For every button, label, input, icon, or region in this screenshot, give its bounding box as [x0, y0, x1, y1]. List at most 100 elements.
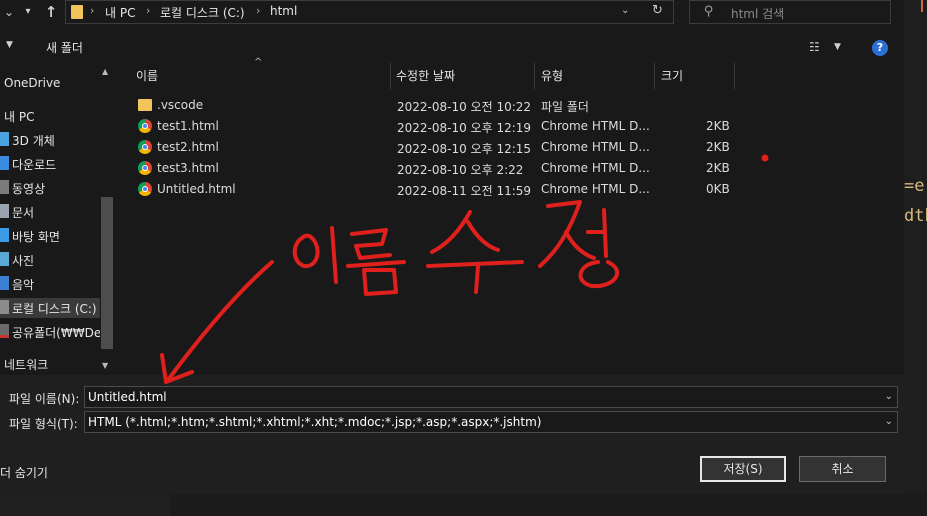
- file-row[interactable]: Untitled.html 2022-08-11 오전 11:59 Chrome…: [136, 179, 756, 200]
- file-size: 2KB: [706, 161, 730, 175]
- breadcrumb-html[interactable]: html: [270, 4, 297, 18]
- scroll-down-icon[interactable]: ▼: [102, 361, 108, 370]
- filetype-select[interactable]: HTML (*.html;*.htm;*.shtml;*.xhtml;*.xht…: [84, 411, 898, 433]
- sidebar-item-3d-objects[interactable]: 3D 개체: [0, 130, 100, 150]
- address-dropdown-chevron-icon[interactable]: ⌄: [621, 5, 629, 16]
- sidebar-item-music[interactable]: 음악: [0, 274, 100, 294]
- column-divider[interactable]: [734, 63, 735, 89]
- file-size: 2KB: [706, 140, 730, 154]
- file-modified: 2022-08-10 오전 10:22: [397, 100, 532, 114]
- file-size: 0KB: [706, 182, 730, 196]
- sidebar-item-label: 다운로드: [12, 158, 57, 172]
- save-button[interactable]: 저장(S): [700, 456, 786, 482]
- code-fragment: dth: [904, 206, 927, 226]
- code-fragment: =e(: [904, 176, 927, 196]
- sidebar-item-label: 음악: [12, 278, 35, 292]
- chevron-down-icon[interactable]: ⌄: [885, 416, 893, 427]
- breadcrumb-separator-icon: ›: [256, 4, 261, 17]
- sidebar-item-desktop[interactable]: 바탕 화면: [0, 226, 100, 246]
- help-button[interactable]: ?: [872, 40, 888, 56]
- breadcrumb-my-pc[interactable]: 내 PC: [105, 4, 135, 21]
- up-arrow-icon[interactable]: ↑: [43, 3, 59, 21]
- sidebar-item-documents[interactable]: 문서: [0, 202, 100, 222]
- search-placeholder: html 검색: [731, 7, 785, 21]
- save-as-dialog: ⌄ ▾ ↑ › 내 PC › 로컬 디스크 (C:) › html ⌄ ↻ ⚲ …: [0, 0, 904, 494]
- file-size: 2KB: [706, 119, 730, 133]
- chevron-down-icon[interactable]: ⌄: [885, 391, 893, 402]
- sidebar-item-onedrive[interactable]: OneDrive: [0, 74, 100, 94]
- file-name: .vscode: [157, 98, 204, 112]
- sidebar-item-downloads[interactable]: 다운로드: [0, 154, 100, 174]
- file-type: 파일 폴더: [541, 100, 589, 114]
- sidebar-item-label: 공유폴더(₩₩De: [12, 326, 100, 340]
- folder-icon: [138, 99, 152, 111]
- filename-label: 파일 이름(N):: [9, 392, 80, 406]
- chrome-icon: [138, 140, 152, 154]
- file-type: Chrome HTML D...: [541, 182, 650, 196]
- sort-ascending-icon: ^: [254, 57, 263, 68]
- column-header-modified[interactable]: 수정한 날짜: [396, 67, 455, 89]
- sidebar-item-label: OneDrive: [4, 76, 61, 90]
- column-header-name[interactable]: 이름: [136, 67, 158, 89]
- sidebar-item-pictures[interactable]: 사진: [0, 250, 100, 270]
- chrome-icon: [138, 182, 152, 196]
- search-box[interactable]: ⚲ html 검색: [689, 0, 891, 24]
- file-modified: 2022-08-10 오후 2:22: [397, 163, 524, 177]
- file-modified: 2022-08-10 오후 12:19: [397, 121, 532, 135]
- file-name: test1.html: [157, 119, 219, 133]
- sidebar-item-label: 내 PC: [4, 110, 35, 124]
- scrollbar-thumb[interactable]: [101, 197, 113, 349]
- sidebar-item-label: 바탕 화면: [12, 230, 60, 244]
- column-divider[interactable]: [534, 63, 535, 89]
- sidebar-item-videos[interactable]: 동영상: [0, 178, 100, 198]
- file-row[interactable]: .vscode 2022-08-10 오전 10:22 파일 폴더: [136, 95, 756, 116]
- file-row[interactable]: test2.html 2022-08-10 오후 12:15 Chrome HT…: [136, 137, 756, 158]
- sidebar-item-my-pc[interactable]: 내 PC: [0, 106, 100, 126]
- filetype-label: 파일 형식(T):: [9, 417, 78, 431]
- music-icon: [0, 276, 9, 290]
- video-icon: [0, 180, 9, 194]
- sidebar-item-label: 문서: [12, 206, 35, 220]
- file-modified: 2022-08-10 오후 12:15: [397, 142, 532, 156]
- editor-side-panel: [0, 494, 170, 516]
- drive-icon: [0, 300, 9, 314]
- sidebar-item-local-disk[interactable]: 로컬 디스크 (C:): [0, 298, 100, 318]
- new-folder-button[interactable]: 새 폴더: [46, 39, 83, 56]
- scroll-up-icon[interactable]: ▲: [102, 67, 108, 76]
- sidebar-scrollbar[interactable]: ▲ ▼: [100, 63, 114, 375]
- 3d-objects-icon: [0, 132, 9, 146]
- navigation-bar: ⌄ ▾ ↑ › 내 PC › 로컬 디스크 (C:) › html ⌄ ↻ ⚲ …: [0, 0, 904, 30]
- filename-input[interactable]: Untitled.html ⌄: [84, 386, 898, 408]
- dropdown-chevron-icon[interactable]: ▾: [20, 3, 36, 21]
- sidebar-item-network[interactable]: 네트워크: [0, 354, 100, 374]
- breadcrumb-separator-icon: ›: [146, 4, 151, 17]
- view-options-icon[interactable]: ☷: [809, 40, 820, 54]
- file-row[interactable]: test1.html 2022-08-10 오후 12:19 Chrome HT…: [136, 116, 756, 137]
- save-form: 파일 이름(N): Untitled.html ⌄ 파일 형식(T): HTML…: [0, 375, 904, 494]
- file-type: Chrome HTML D...: [541, 161, 650, 175]
- chrome-icon: [138, 119, 152, 133]
- cancel-button[interactable]: 취소: [799, 456, 886, 482]
- column-divider[interactable]: [654, 63, 655, 89]
- pictures-icon: [0, 252, 9, 266]
- recent-locations-chevron-icon[interactable]: ⌄: [1, 3, 17, 21]
- organize-chevron-icon[interactable]: ▼: [6, 40, 13, 50]
- sidebar-item-shared-folder[interactable]: 공유폴더(₩₩De: [0, 322, 100, 342]
- document-icon: [0, 204, 9, 218]
- hide-folders-toggle[interactable]: 더 숨기기: [0, 464, 48, 481]
- sidebar-item-label: 동영상: [12, 182, 46, 196]
- sidebar-item-label: 로컬 디스크 (C:): [12, 302, 97, 316]
- view-options-chevron-icon[interactable]: ▼: [834, 42, 841, 52]
- file-list: ^ 이름 수정한 날짜 유형 크기 .vscode 2022-08-10 오전 …: [120, 57, 904, 375]
- chrome-icon: [138, 161, 152, 175]
- column-header-size[interactable]: 크기: [661, 67, 683, 89]
- column-header-type[interactable]: 유형: [541, 67, 563, 89]
- breadcrumb-separator-icon: ›: [90, 4, 95, 17]
- command-bar: ▼ 새 폴더 ☷ ▼ ?: [0, 33, 904, 61]
- column-divider[interactable]: [390, 63, 391, 89]
- file-type: Chrome HTML D...: [541, 140, 650, 154]
- address-bar[interactable]: › 내 PC › 로컬 디스크 (C:) › html ⌄ ↻: [65, 0, 674, 24]
- refresh-icon[interactable]: ↻: [652, 3, 663, 18]
- file-row[interactable]: test3.html 2022-08-10 오후 2:22 Chrome HTM…: [136, 158, 756, 179]
- breadcrumb-local-disk[interactable]: 로컬 디스크 (C:): [160, 4, 245, 21]
